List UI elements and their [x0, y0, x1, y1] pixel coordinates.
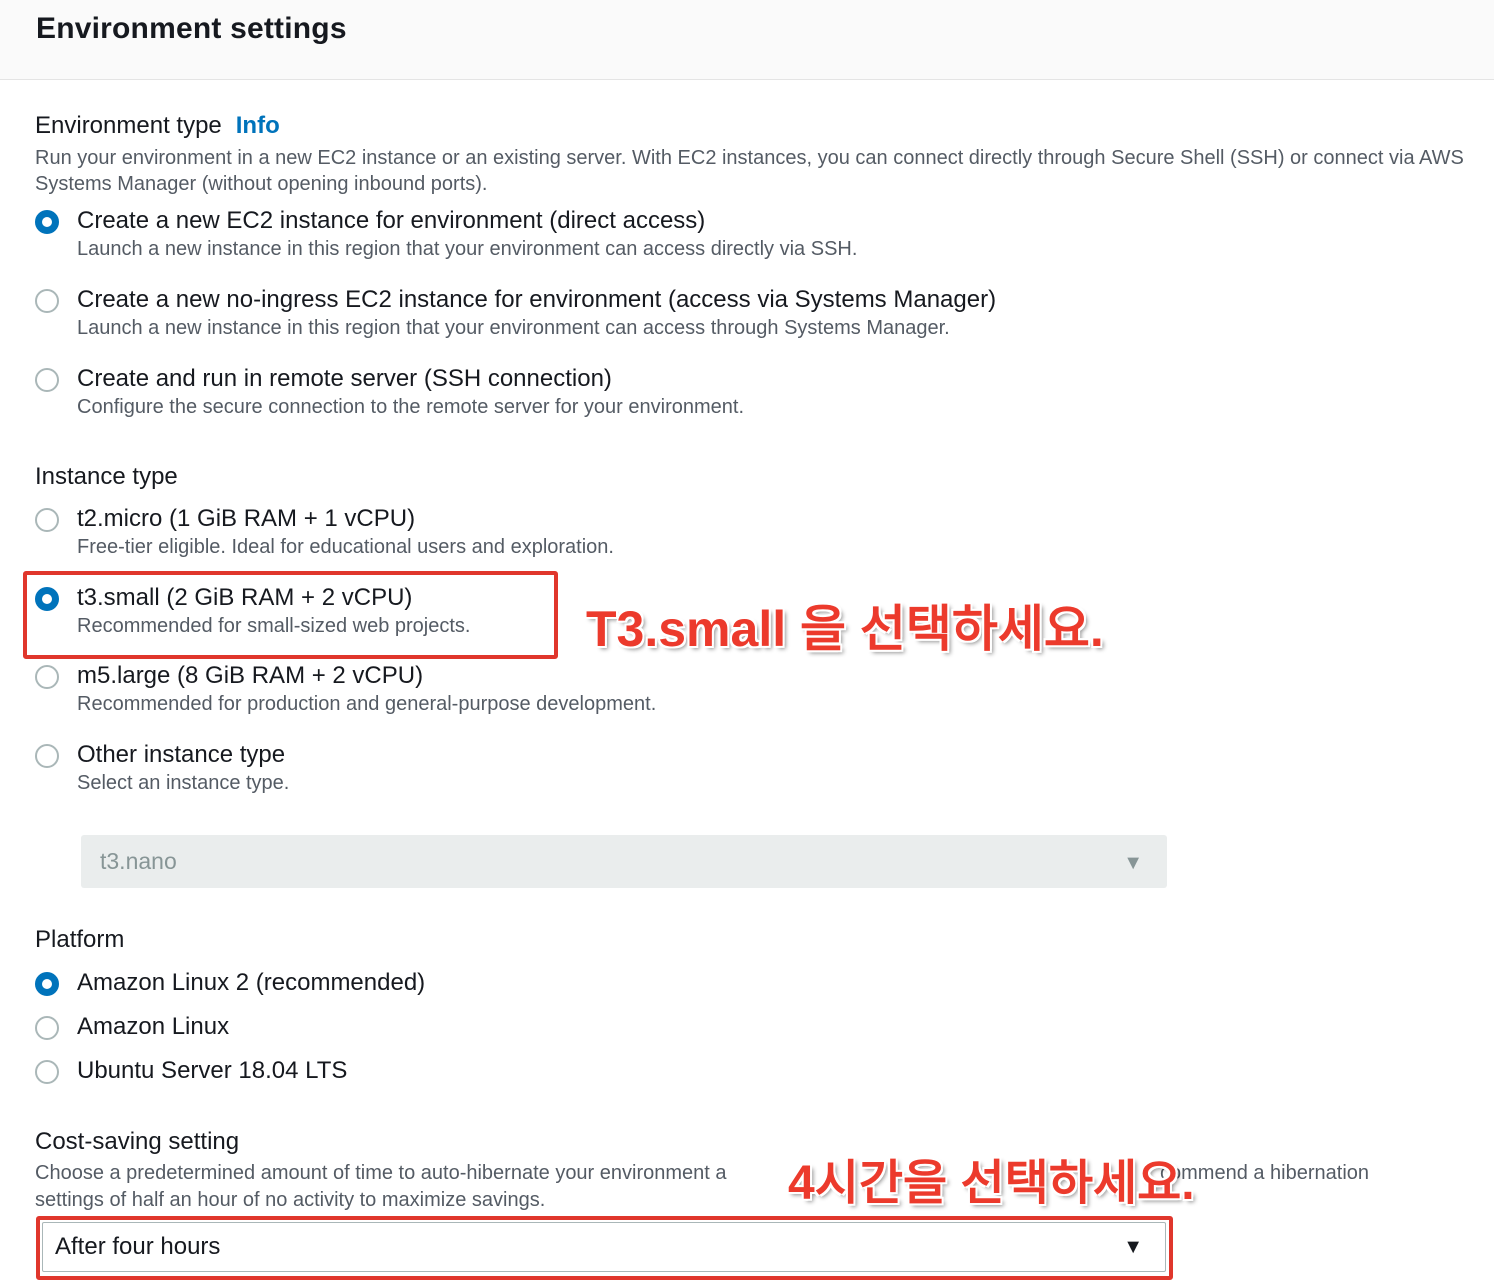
- radio-button[interactable]: [35, 972, 59, 996]
- radio-button[interactable]: [35, 1016, 59, 1040]
- radio-description: Launch a new instance in this region tha…: [77, 317, 950, 339]
- other-instance-type-select: t3.nano ▼: [81, 835, 1167, 888]
- radio-description: Select an instance type.: [77, 772, 290, 794]
- page-title: Environment settings: [36, 12, 347, 45]
- cost-annotation: 4시간을 선택하세요.: [788, 1157, 1195, 1210]
- platform-label: Platform: [35, 926, 125, 953]
- page-header: Environment settings: [0, 0, 1494, 80]
- radio-button[interactable]: [35, 744, 59, 768]
- radio-label: Amazon Linux: [77, 1013, 230, 1040]
- radio-label: t2.micro (1 GiB RAM + 1 vCPU): [77, 505, 416, 532]
- cost-saving-label: Cost-saving setting: [35, 1128, 240, 1155]
- radio-label: Create a new no-ingress EC2 instance for…: [77, 286, 997, 313]
- cost-select-highlight-box: [36, 1216, 1173, 1280]
- radio-button[interactable]: [35, 289, 59, 313]
- radio-label: m5.large (8 GiB RAM + 2 vCPU): [77, 662, 424, 689]
- instance-type-label: Instance type: [35, 463, 178, 490]
- radio-description: Configure the secure connection to the r…: [77, 396, 745, 418]
- environment-type-label: Environment type Info: [35, 112, 280, 139]
- radio-label: Create and run in remote server (SSH con…: [77, 365, 612, 392]
- radio-button[interactable]: [35, 368, 59, 392]
- radio-label: Amazon Linux 2 (recommended): [77, 969, 426, 996]
- radio-description: Free-tier eligible. Ideal for educationa…: [77, 536, 614, 558]
- radio-label: Other instance type: [77, 741, 286, 768]
- t3-small-highlight-box: [23, 571, 558, 659]
- select-value: t3.nano: [100, 848, 177, 874]
- environment-type-description: Run your environment in a new EC2 instan…: [35, 147, 1464, 195]
- cost-saving-description-line1: Choose a predetermined amount of time to…: [35, 1162, 727, 1184]
- radio-label: Create a new EC2 instance for environmen…: [77, 207, 706, 234]
- radio-description: Launch a new instance in this region tha…: [77, 238, 858, 260]
- radio-label: Ubuntu Server 18.04 LTS: [77, 1057, 348, 1084]
- info-link[interactable]: Info: [236, 112, 280, 139]
- radio-button[interactable]: [35, 1060, 59, 1084]
- radio-description: Recommended for production and general-p…: [77, 693, 657, 715]
- instance-annotation: T3.small 을 선택하세요.: [586, 601, 1104, 657]
- radio-button[interactable]: [35, 508, 59, 532]
- chevron-down-icon: ▼: [1123, 852, 1143, 874]
- cost-saving-description-tail: commend a hibernation: [1160, 1162, 1370, 1184]
- cost-saving-description-line2: settings of half an hour of no activity …: [35, 1189, 546, 1211]
- radio-button[interactable]: [35, 665, 59, 689]
- radio-button[interactable]: [35, 210, 59, 234]
